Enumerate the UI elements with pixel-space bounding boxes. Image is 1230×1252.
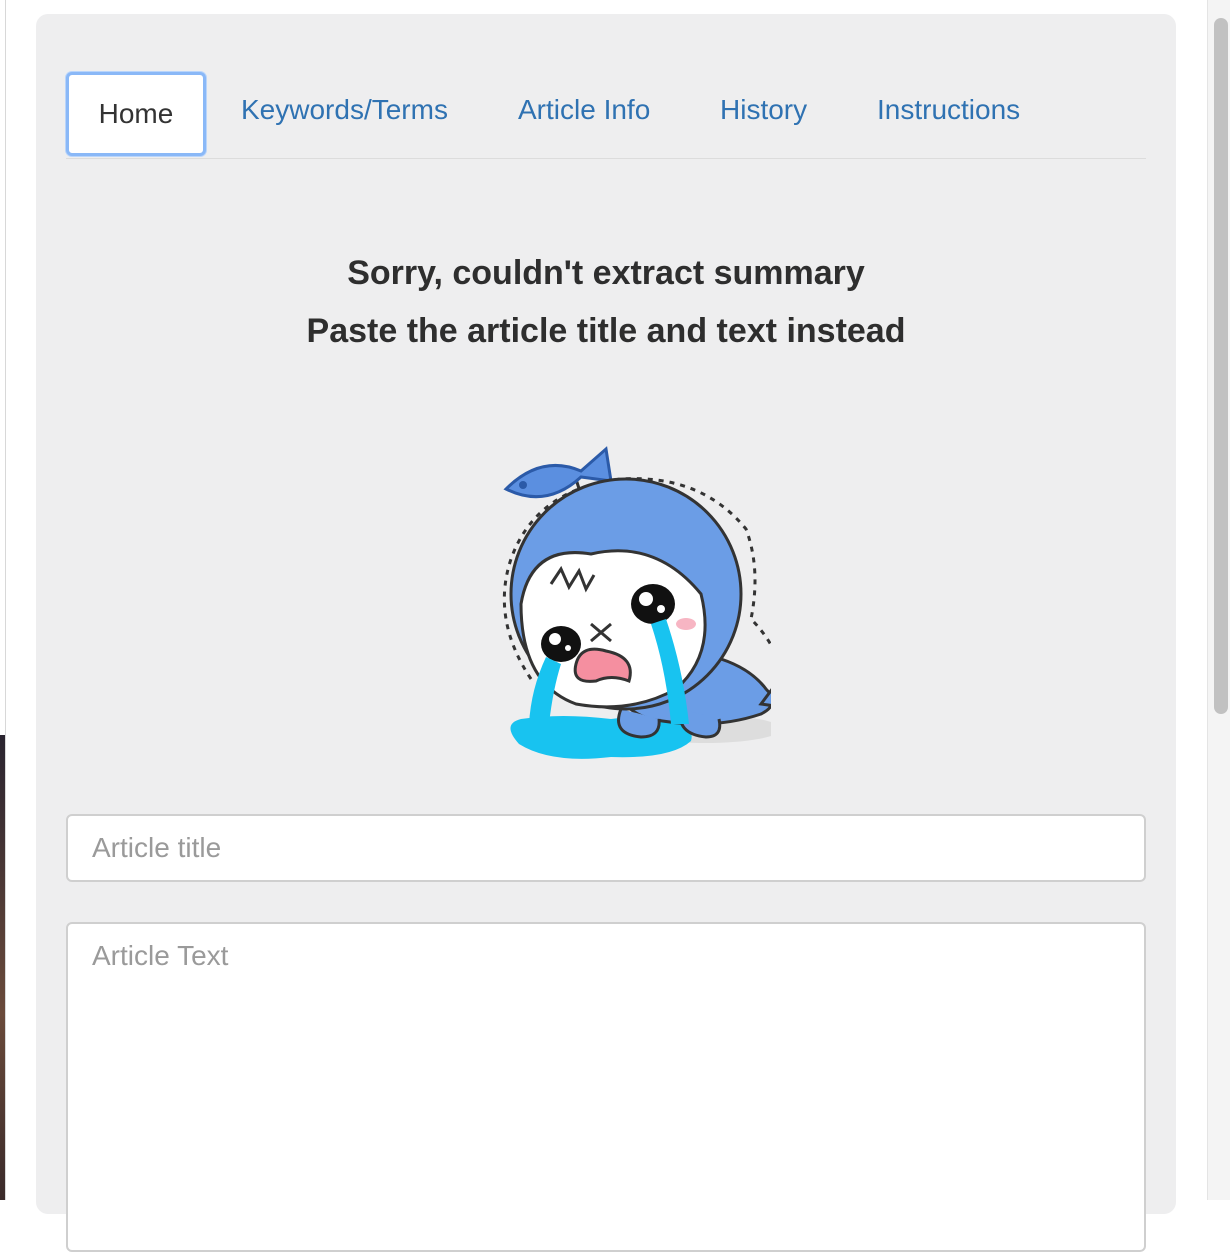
scrollbar-thumb[interactable] xyxy=(1214,18,1228,714)
article-text-textarea[interactable] xyxy=(66,922,1146,1252)
tab-keywords-terms[interactable]: Keywords/Terms xyxy=(241,94,448,126)
instruction-message: Paste the article title and text instead xyxy=(306,312,906,350)
tab-article-info[interactable]: Article Info xyxy=(518,94,650,126)
crying-shark-mascot-icon xyxy=(502,446,771,759)
background-window-dark-area xyxy=(0,735,5,1200)
extension-popup: Home Keywords/Terms Article Info History… xyxy=(36,14,1176,1252)
tab-bar: Home Keywords/Terms Article Info History… xyxy=(66,72,1146,159)
background-window-edge xyxy=(0,0,6,1200)
vertical-scrollbar[interactable] xyxy=(1207,0,1230,1200)
tab-history[interactable]: History xyxy=(720,94,807,126)
article-title-input[interactable] xyxy=(66,814,1146,882)
tab-instructions[interactable]: Instructions xyxy=(877,94,1020,126)
error-message: Sorry, couldn't extract summary xyxy=(347,254,865,292)
tab-home[interactable]: Home xyxy=(66,72,206,156)
